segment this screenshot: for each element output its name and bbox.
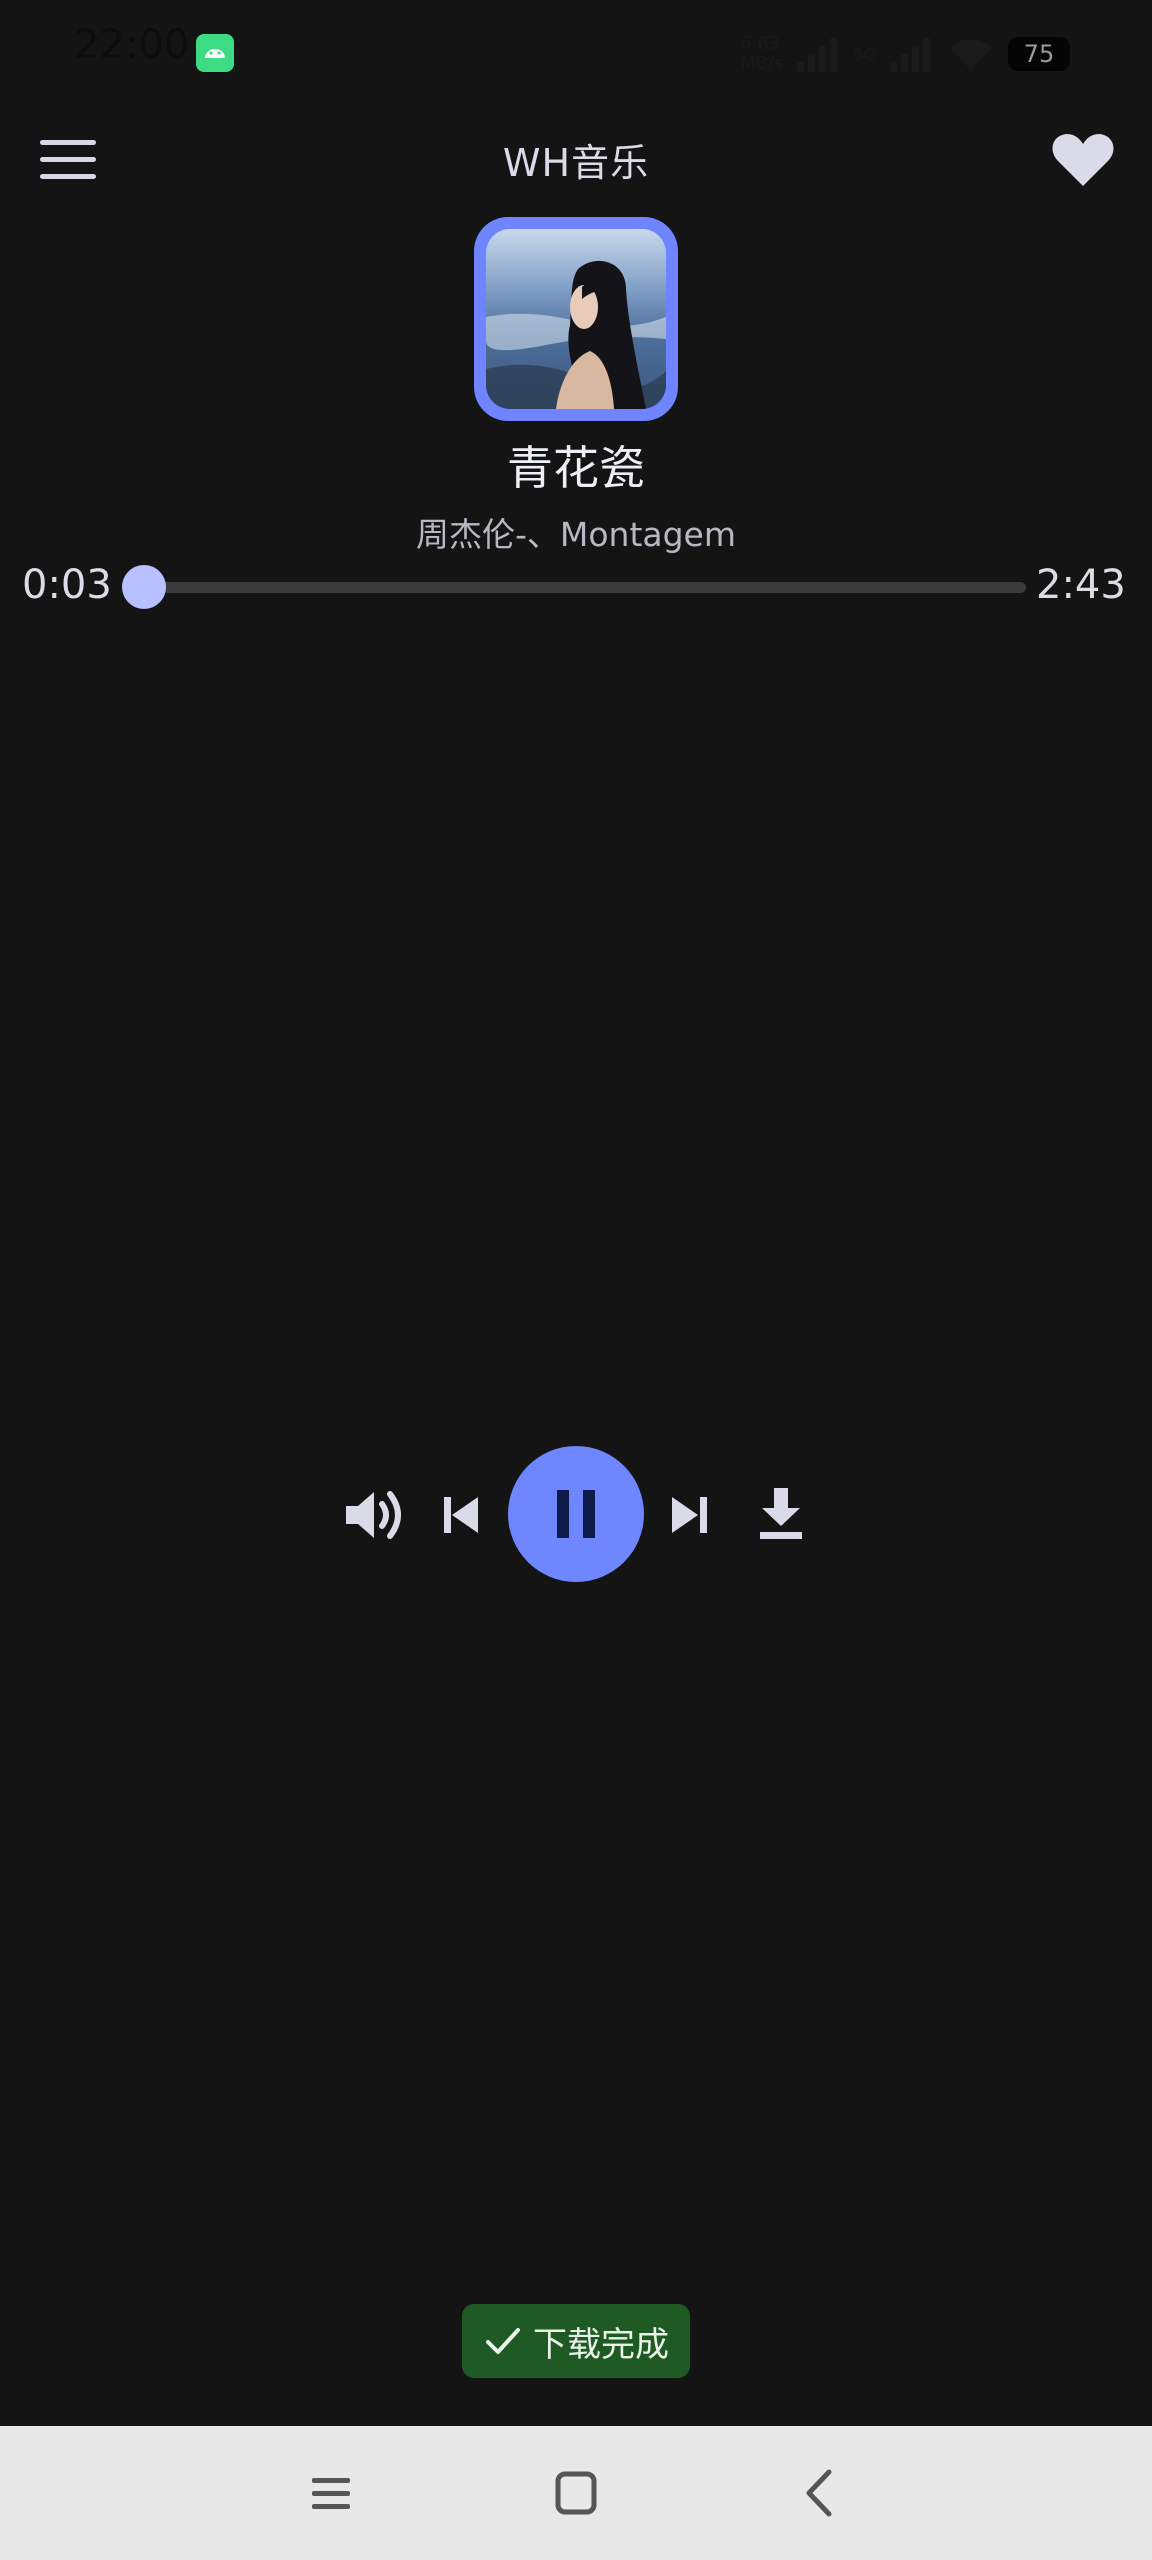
pause-icon xyxy=(557,1490,595,1538)
status-time: 22:00 xyxy=(74,22,190,68)
network-type: 5G xyxy=(853,44,876,64)
battery-indicator: 75 xyxy=(1008,37,1070,71)
progress-slider[interactable] xyxy=(122,565,1026,609)
album-cover[interactable] xyxy=(474,217,678,421)
download-complete-toast: 下载完成 xyxy=(462,2304,690,2378)
skip-next-icon[interactable] xyxy=(656,1480,726,1550)
app-title: WH音乐 xyxy=(502,141,650,185)
download-icon[interactable] xyxy=(746,1480,816,1550)
volume-icon[interactable] xyxy=(338,1480,408,1550)
current-time: 0:03 xyxy=(22,562,112,608)
total-time: 2:43 xyxy=(1036,562,1126,608)
recent-apps-icon[interactable] xyxy=(296,2458,366,2528)
heart-icon[interactable] xyxy=(1050,130,1116,190)
check-icon xyxy=(486,2328,520,2354)
home-icon[interactable] xyxy=(541,2458,611,2528)
wifi-icon xyxy=(950,39,992,70)
toast-text: 下载完成 xyxy=(533,2324,669,2365)
album-photo xyxy=(486,229,666,409)
progress-thumb[interactable] xyxy=(122,565,166,609)
song-artist: 周杰伦-、Montagem xyxy=(415,515,737,554)
network-speed: 6.63 MB/s xyxy=(740,33,784,74)
cellular-signal-icon-2 xyxy=(890,38,930,72)
android-icon xyxy=(196,34,234,72)
skip-previous-icon[interactable] xyxy=(426,1480,496,1550)
song-title: 青花瓷 xyxy=(507,441,645,495)
back-icon[interactable] xyxy=(787,2458,857,2528)
cellular-signal-icon xyxy=(797,38,838,72)
status-indicators: 6.63 MB/s 5G 75 xyxy=(740,24,1070,84)
pause-button[interactable] xyxy=(508,1446,644,1582)
